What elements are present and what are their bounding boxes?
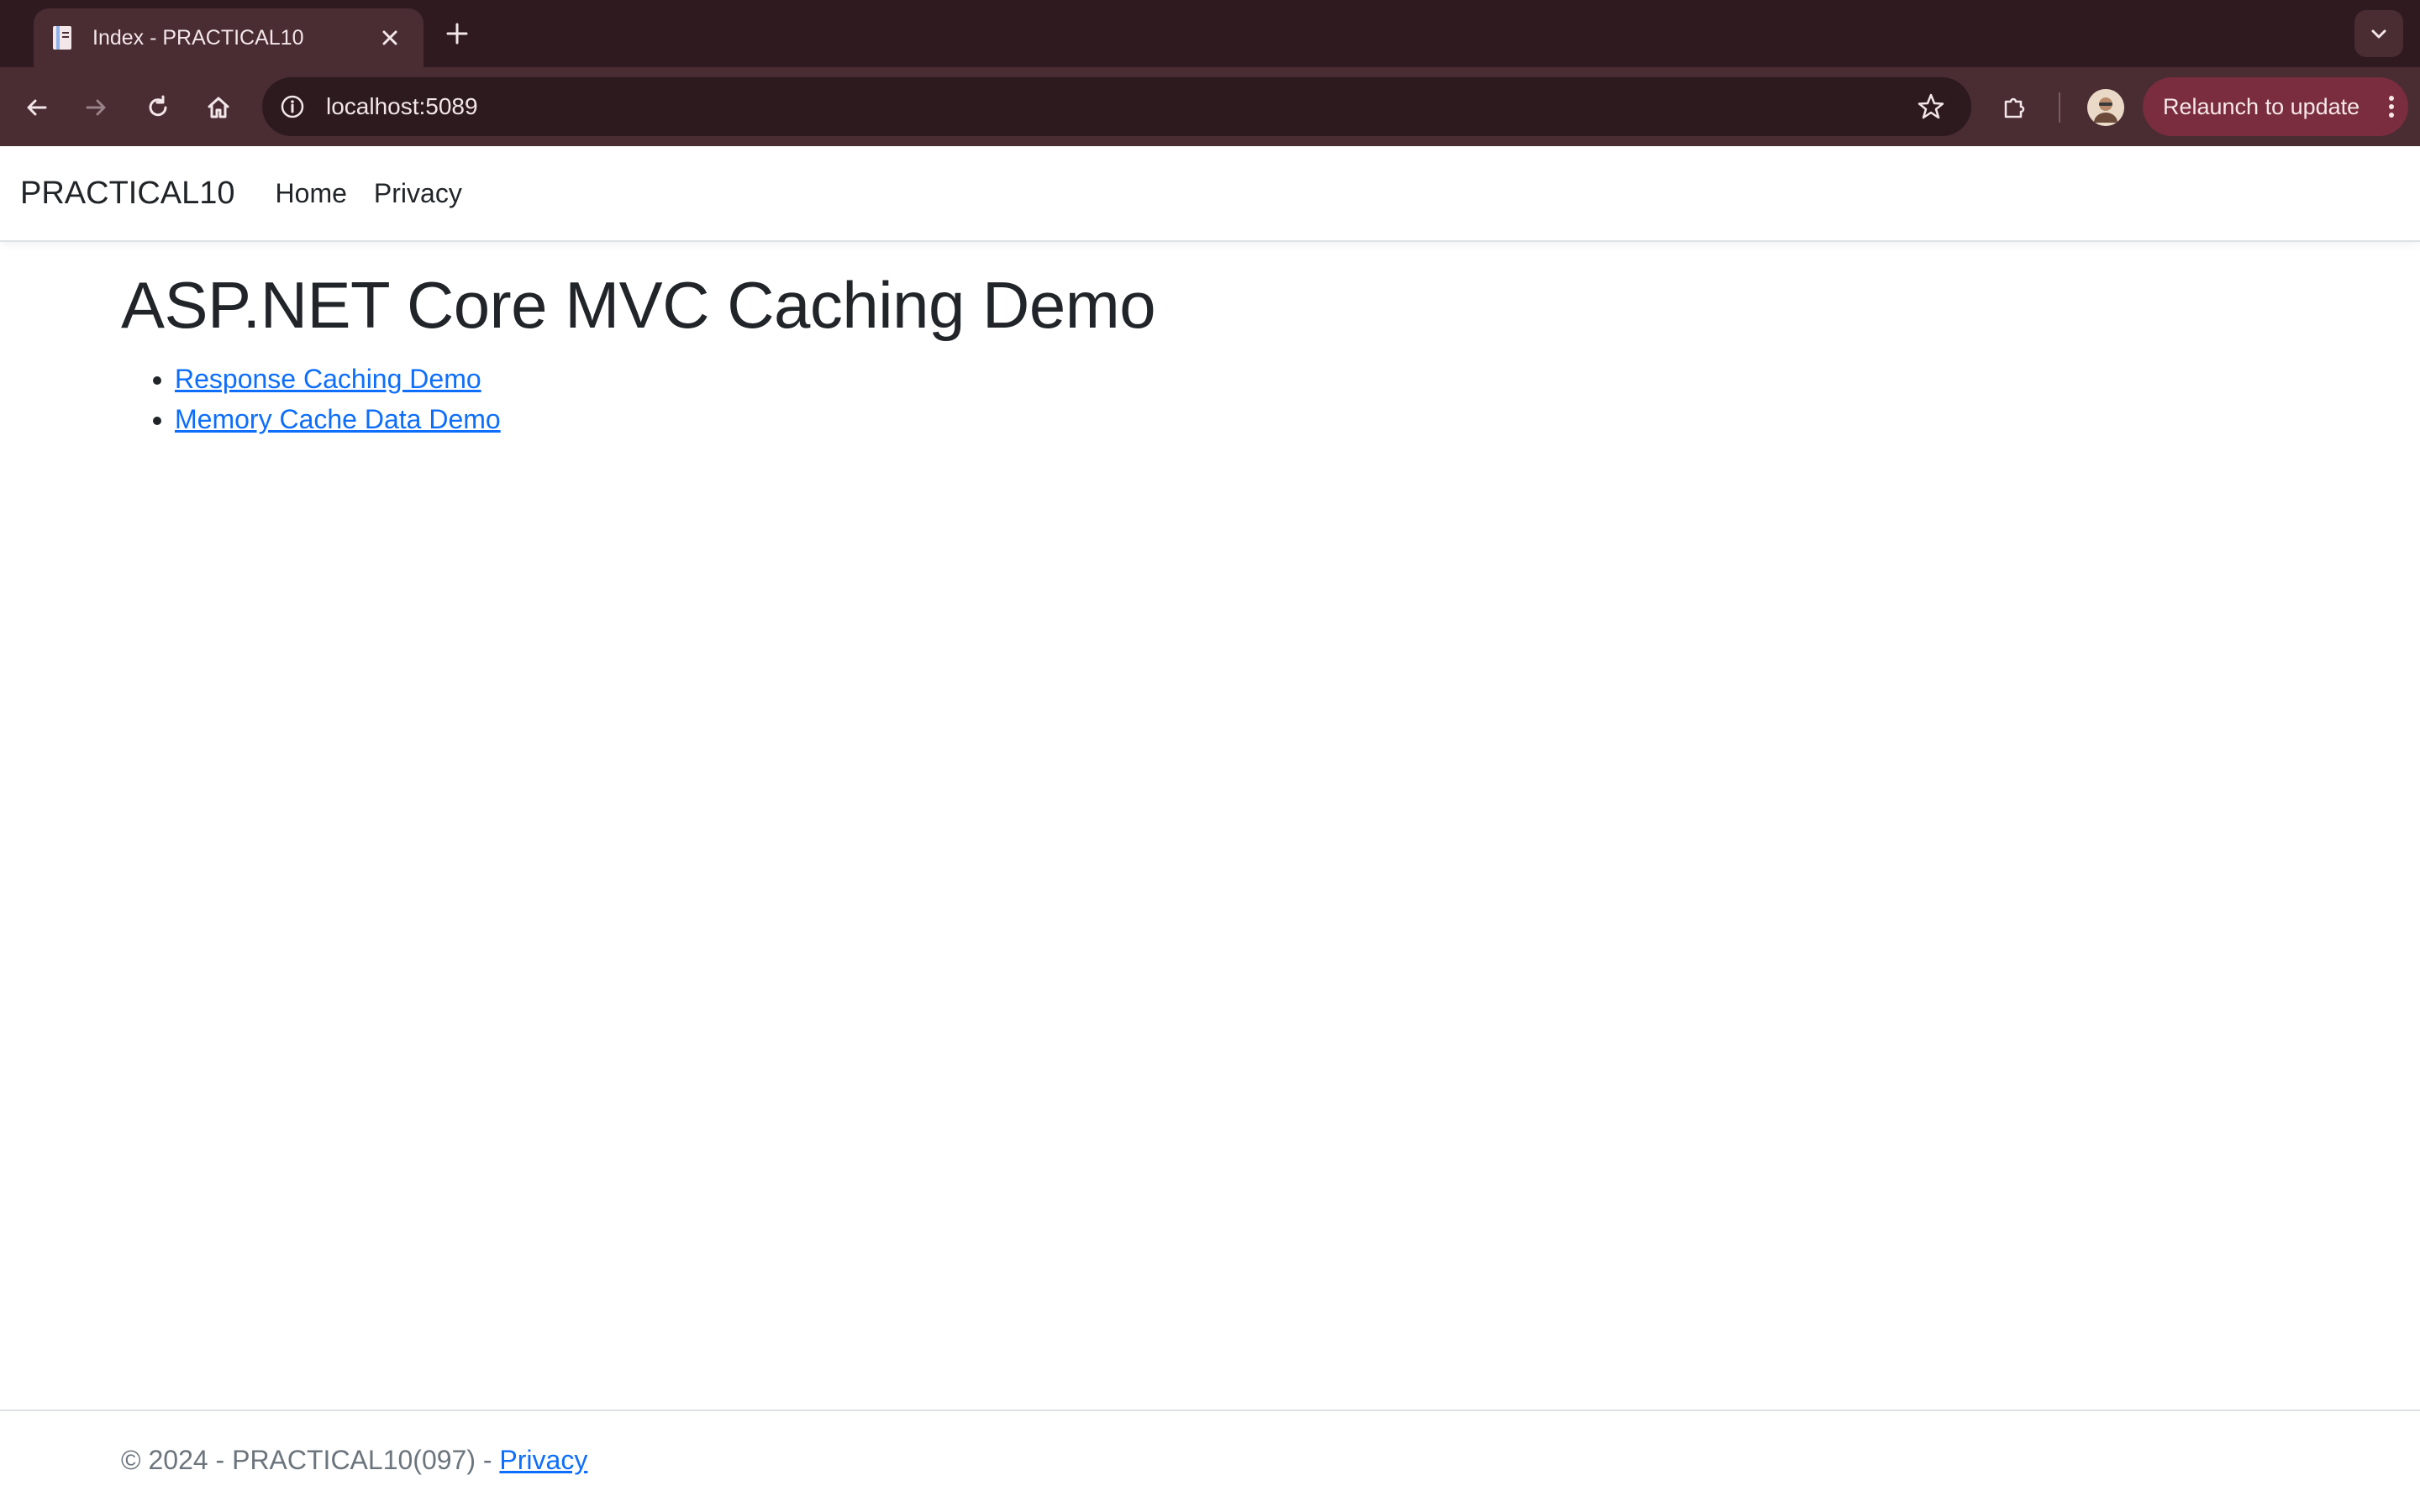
- memory-cache-link[interactable]: Memory Cache Data Demo: [175, 404, 501, 434]
- footer-privacy-link[interactable]: Privacy: [499, 1445, 587, 1475]
- nav-privacy-link[interactable]: Privacy: [374, 178, 462, 209]
- tab-strip: Index - PRACTICAL10: [0, 0, 2420, 67]
- response-caching-link[interactable]: Response Caching Demo: [175, 364, 481, 394]
- site-brand[interactable]: PRACTICAL10: [20, 176, 235, 212]
- more-vert-icon[interactable]: [2375, 83, 2408, 130]
- home-icon: [208, 97, 229, 118]
- arrow-right-icon: [86, 99, 106, 116]
- new-tab-button[interactable]: [437, 15, 477, 52]
- extensions-button[interactable]: [1991, 84, 2039, 131]
- url-text[interactable]: localhost:5089: [326, 93, 1911, 120]
- tab-title: Index - PRACTICAL10: [92, 25, 304, 50]
- nav-home-link[interactable]: Home: [276, 178, 347, 209]
- puzzle-icon: [2004, 97, 2025, 118]
- close-icon[interactable]: [373, 21, 407, 55]
- star-icon[interactable]: [1911, 87, 1951, 127]
- toolbar-divider: [2059, 92, 2060, 123]
- list-item: Memory Cache Data Demo: [175, 399, 2306, 439]
- reload-icon: [149, 95, 167, 117]
- arrow-left-icon: [27, 99, 47, 116]
- main-content: ASP.NET Core MVC Caching Demo Response C…: [121, 267, 2306, 439]
- avatar[interactable]: [2087, 89, 2124, 126]
- list-item: Response Caching Demo: [175, 359, 2306, 399]
- browser-toolbar: localhost:5089 Relaunch to update: [0, 67, 2420, 146]
- relaunch-button[interactable]: Relaunch to update: [2143, 77, 2408, 136]
- demo-link-list: Response Caching Demo Memory Cache Data …: [121, 359, 2306, 439]
- back-button[interactable]: [13, 84, 60, 131]
- address-bar[interactable]: localhost:5089: [262, 77, 1971, 136]
- forward-button[interactable]: [72, 84, 119, 131]
- copyright-text: © 2024 - PRACTICAL10(097) -: [121, 1445, 500, 1475]
- chevron-down-icon: [2371, 29, 2386, 39]
- browser-tab[interactable]: Index - PRACTICAL10: [34, 8, 424, 67]
- page-icon: [50, 24, 76, 51]
- footer-text: © 2024 - PRACTICAL10(097) - Privacy: [121, 1445, 587, 1476]
- site-navbar: PRACTICAL10 Home Privacy: [0, 146, 2420, 242]
- info-icon[interactable]: [276, 90, 309, 123]
- home-button[interactable]: [195, 84, 242, 131]
- tab-search-button[interactable]: [2354, 10, 2403, 57]
- site-footer: © 2024 - PRACTICAL10(097) - Privacy: [0, 1410, 2420, 1512]
- relaunch-label: Relaunch to update: [2163, 93, 2360, 119]
- reload-button[interactable]: [134, 84, 182, 131]
- page-title: ASP.NET Core MVC Caching Demo: [121, 268, 1156, 342]
